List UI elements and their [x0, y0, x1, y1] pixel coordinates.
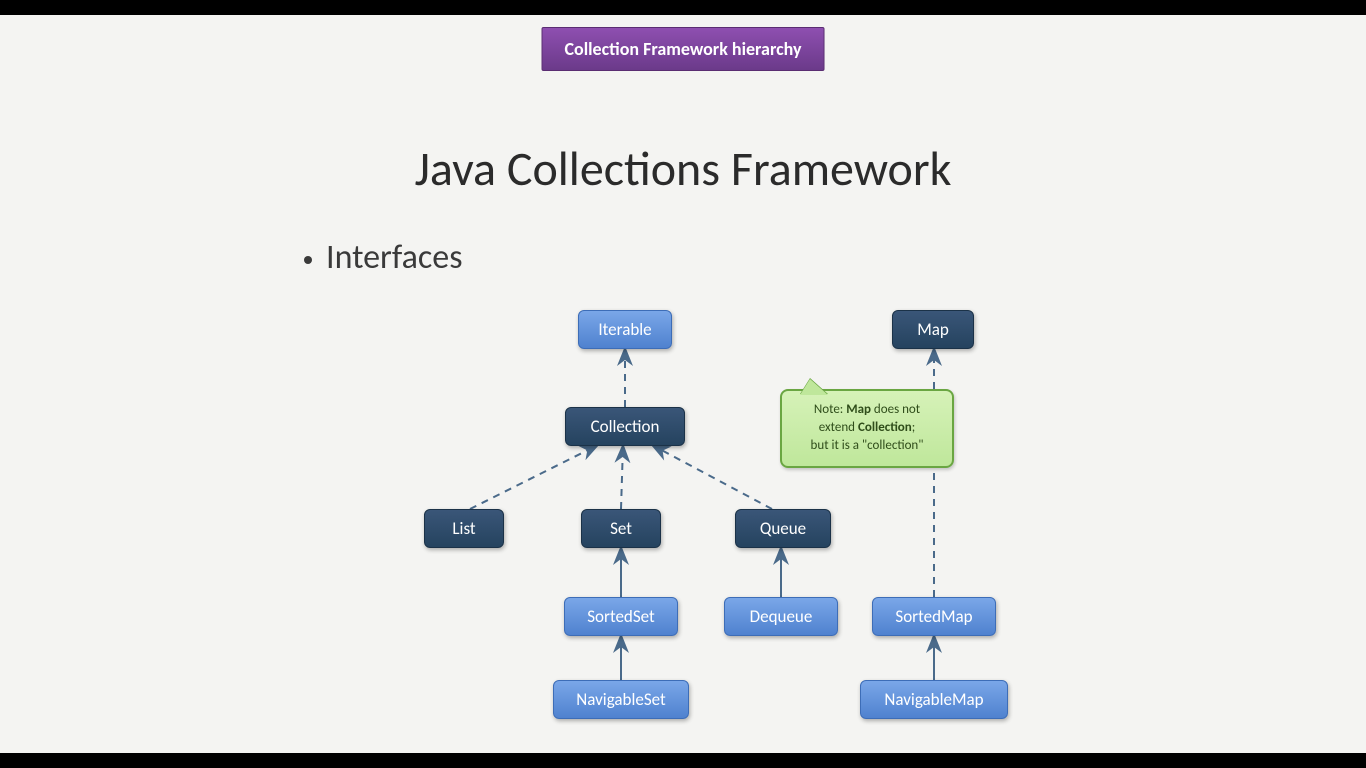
- map-note-callout: Note: Map does notextend Collection;but …: [780, 389, 954, 468]
- callout-tail-icon: [800, 379, 828, 395]
- diagram: Iterable Map Collection List Set Queue SortedS…: [0, 15, 1366, 753]
- callout-line: Note: Map does not: [794, 401, 940, 419]
- node-navigablemap: NavigableMap: [860, 680, 1008, 719]
- arrow-set-to-collection: [621, 445, 623, 509]
- slide: Collection Framework hierarchy Java Coll…: [0, 15, 1366, 753]
- callout-line: but it is a "collection": [794, 437, 940, 455]
- node-list: List: [424, 509, 504, 548]
- node-dequeue: Dequeue: [724, 597, 838, 636]
- node-iterable: Iterable: [578, 310, 672, 349]
- node-sortedset: SortedSet: [564, 597, 678, 636]
- node-navigableset: NavigableSet: [553, 680, 689, 719]
- diagram-arrows: [0, 15, 1366, 753]
- arrow-list-to-collection: [470, 445, 598, 509]
- header-badge: Collection Framework hierarchy: [542, 27, 825, 71]
- callout-line: extend Collection;: [794, 419, 940, 437]
- arrow-queue-to-collection: [652, 445, 772, 509]
- node-set: Set: [581, 509, 661, 548]
- node-sortedmap: SortedMap: [872, 597, 996, 636]
- node-queue: Queue: [735, 509, 831, 548]
- node-map: Map: [892, 310, 974, 349]
- node-collection: Collection: [565, 407, 685, 446]
